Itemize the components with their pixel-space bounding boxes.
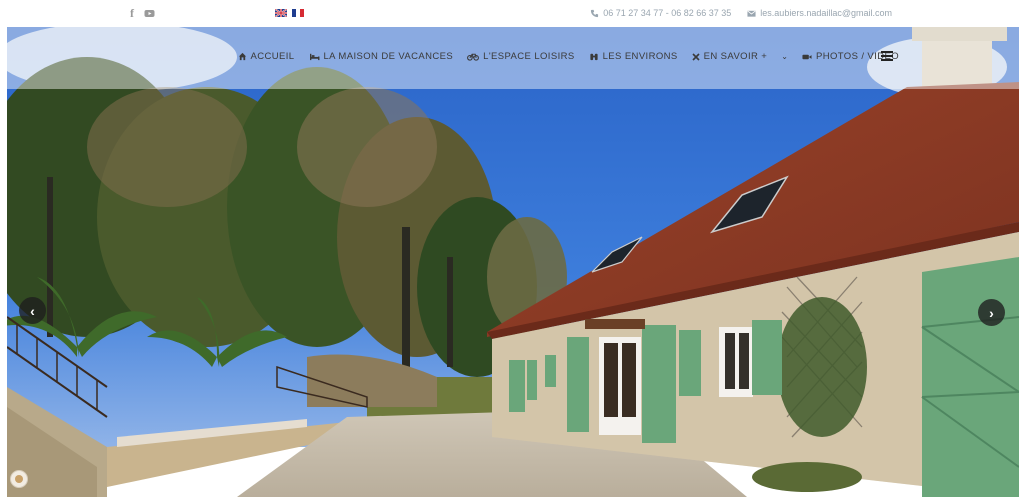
hamburger-menu-icon[interactable] [881, 51, 893, 61]
email-address: les.aubiers.nadaillac@gmail.com [760, 8, 892, 18]
chevron-left-icon: ‹ [30, 302, 35, 319]
uk-flag-icon[interactable] [275, 9, 287, 17]
video-camera-icon [802, 54, 812, 59]
facebook-icon[interactable]: f [130, 6, 134, 20]
phone-icon [591, 9, 599, 17]
bicycle-icon [467, 53, 480, 61]
cookie-badge-icon[interactable] [10, 470, 28, 488]
phone-contact[interactable]: 06 71 27 34 77 - 06 82 66 37 35 [590, 8, 731, 18]
chevron-right-icon: › [989, 304, 994, 321]
phone-number: 06 71 27 34 77 - 06 82 66 37 35 [603, 8, 732, 18]
email-contact[interactable]: les.aubiers.nadaillac@gmail.com [747, 8, 892, 18]
slider-next-button[interactable]: › [978, 299, 1005, 326]
social-links: f [130, 6, 155, 20]
nav-item-label: EN SAVOIR + [703, 51, 768, 62]
contact-info: 06 71 27 34 77 - 06 82 66 37 35 les.aubi… [590, 8, 892, 18]
main-navigation: ACCUEIL LA MAISON DE VACANCES L'ESPACE L… [7, 27, 1019, 89]
bed-icon [309, 53, 319, 61]
nav-item-environs[interactable]: LES ENVIRONS [589, 51, 678, 62]
top-bar: f 06 71 27 34 77 - 06 82 66 37 35 les.au… [0, 0, 1024, 27]
nav-item-label: L'ESPACE LOISIRS [483, 51, 575, 62]
nav-menu: ACCUEIL LA MAISON DE VACANCES L'ESPACE L… [238, 51, 899, 62]
youtube-icon[interactable] [144, 8, 155, 19]
nav-item-label: LA MAISON DE VACANCES [323, 51, 454, 62]
home-icon [238, 52, 246, 61]
nav-item-loisirs[interactable]: L'ESPACE LOISIRS [467, 51, 574, 62]
language-switcher [275, 9, 304, 17]
hero-slider: ACCUEIL LA MAISON DE VACANCES L'ESPACE L… [7, 27, 1019, 497]
hero-image [7, 27, 1019, 497]
chevron-down-icon[interactable]: ⌄ [781, 52, 788, 61]
nav-item-accueil[interactable]: ACCUEIL [238, 51, 295, 62]
nav-item-label: LES ENVIRONS [602, 51, 678, 62]
binoculars-icon [590, 53, 598, 61]
nav-item-label: ACCUEIL [250, 51, 295, 62]
envelope-icon [747, 10, 756, 17]
fr-flag-icon[interactable] [292, 9, 304, 17]
nav-item-maison[interactable]: LA MAISON DE VACANCES [309, 51, 454, 62]
close-icon [692, 52, 700, 61]
nav-item-en-savoir[interactable]: EN SAVOIR + [692, 51, 768, 62]
slider-prev-button[interactable]: ‹ [19, 297, 46, 324]
